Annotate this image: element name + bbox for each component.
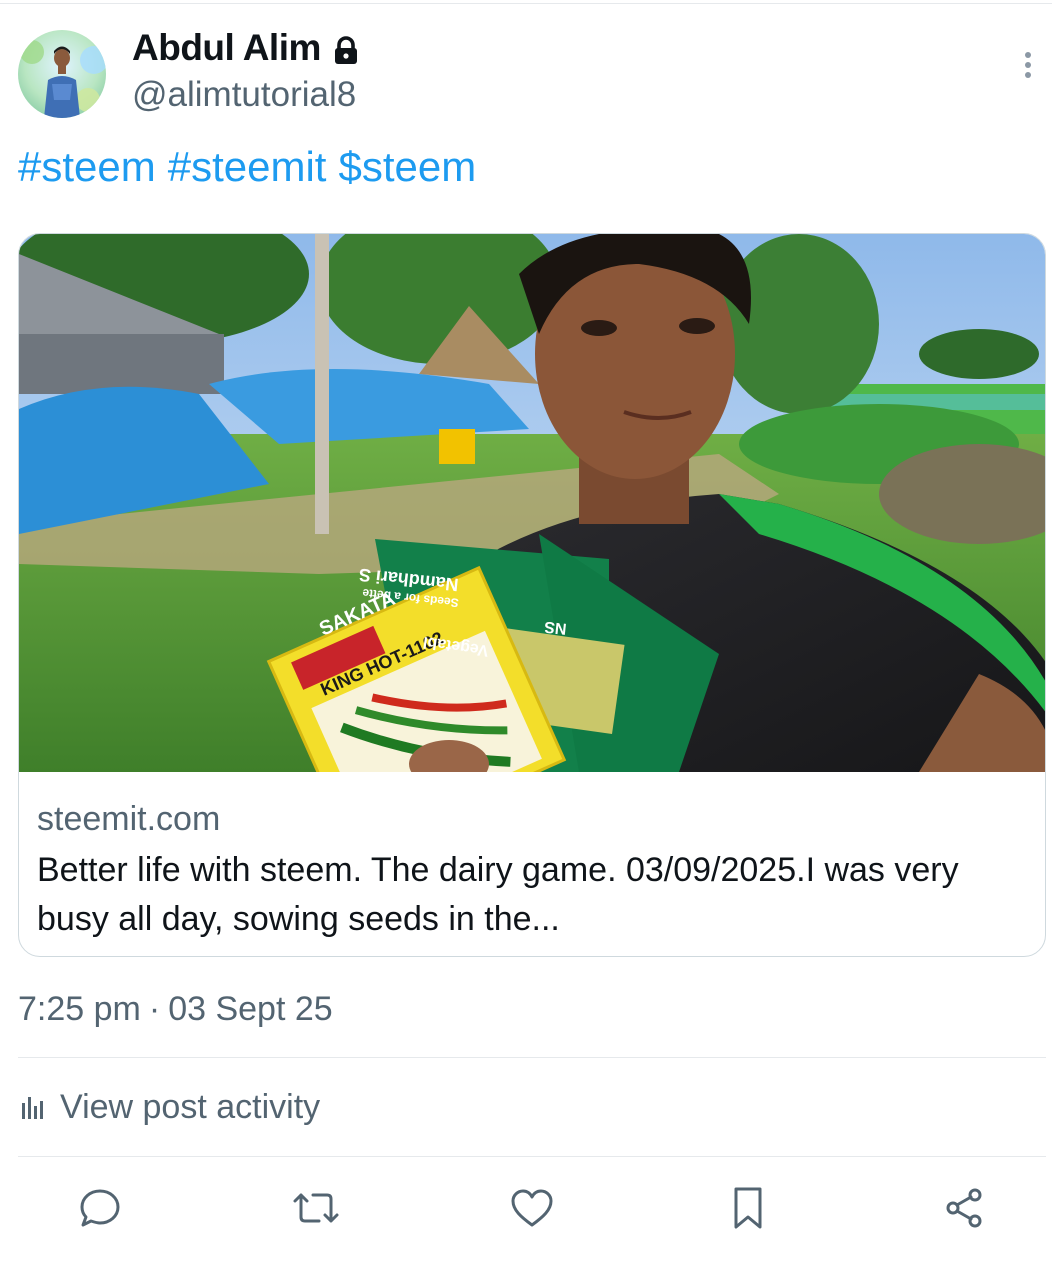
view-post-activity-label[interactable]: View post activity	[60, 1088, 320, 1127]
more-options-icon-dot	[1025, 62, 1031, 68]
link-description[interactable]: Better life with steem. The dairy game. …	[37, 846, 1022, 944]
link-domain[interactable]: steemit.com	[37, 800, 220, 839]
post-time[interactable]: 7:25 pm	[18, 990, 141, 1029]
avatar[interactable]	[18, 30, 106, 118]
post-text: #steem #steemit $steem	[18, 143, 476, 191]
like-button[interactable]	[506, 1182, 558, 1234]
view-post-activity-button[interactable]: View post activity	[18, 1088, 320, 1127]
link-preview-card[interactable]: SAKATA KING HOT-1102 Namdhari S Seeds for a…	[18, 233, 1046, 957]
cashtag-link[interactable]: $steem	[338, 143, 476, 191]
share-icon	[946, 1188, 982, 1228]
bar-chart-icon	[22, 1096, 43, 1119]
heart-icon	[511, 1189, 553, 1227]
post-date[interactable]: 03 Sept 25	[168, 990, 332, 1029]
bookmark-icon	[734, 1187, 762, 1229]
divider	[18, 1057, 1046, 1058]
more-options-icon-dot	[1025, 72, 1031, 78]
hashtag-link[interactable]: #steemit	[168, 143, 327, 191]
hashtag-link[interactable]: #steem	[18, 143, 156, 191]
repost-icon	[293, 1193, 339, 1223]
post-actions-bar	[0, 1182, 1052, 1238]
author-handle[interactable]: @alimtutorial8	[132, 75, 356, 115]
repost-button[interactable]	[290, 1182, 342, 1234]
post-timestamp[interactable]: 7:25 pm · 03 Sept 25	[18, 990, 333, 1029]
share-button[interactable]	[938, 1182, 990, 1234]
more-options-icon	[1025, 52, 1031, 58]
more-options-button[interactable]	[1012, 48, 1044, 82]
bookmark-button[interactable]	[722, 1182, 774, 1234]
reply-icon	[80, 1189, 120, 1227]
divider	[18, 1156, 1046, 1157]
top-divider	[0, 3, 1052, 4]
timestamp-separator: ·	[148, 990, 161, 1028]
packet-logo-text: NS	[543, 618, 567, 637]
lock-icon	[333, 33, 359, 64]
author-display-name[interactable]: Abdul Alim	[132, 27, 359, 69]
link-preview-image[interactable]: SAKATA KING HOT-1102 Namdhari S Seeds for a…	[19, 234, 1045, 856]
reply-button[interactable]	[74, 1182, 126, 1234]
author-name-text[interactable]: Abdul Alim	[132, 27, 321, 69]
